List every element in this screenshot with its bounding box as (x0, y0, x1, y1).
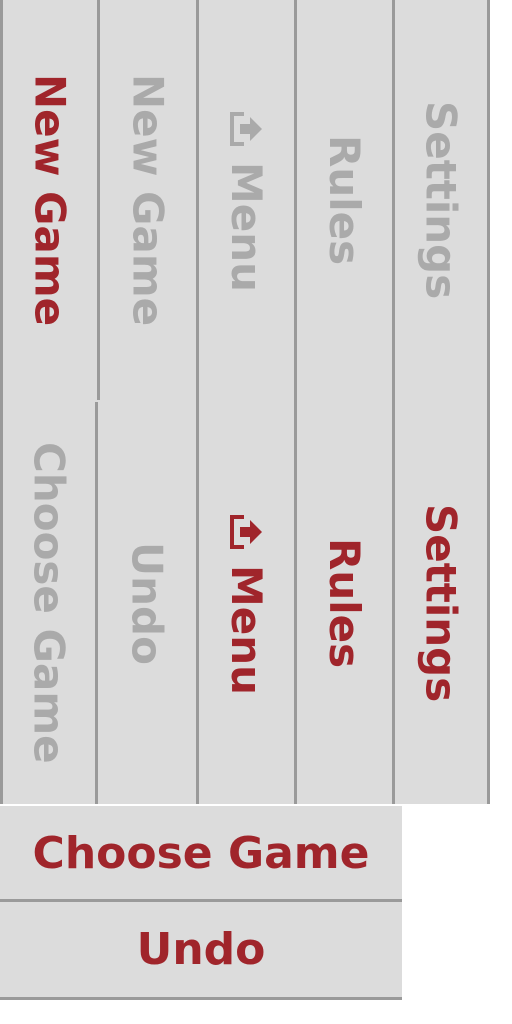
rules-button-active[interactable]: Rules (297, 402, 392, 804)
upload-tray-icon (229, 514, 262, 549)
settings-button-active[interactable]: Settings (395, 402, 487, 804)
rules-button[interactable]: Rules (297, 0, 392, 400)
undo-button[interactable]: Undo (98, 402, 196, 804)
menu-label-group: Menu (222, 108, 271, 292)
rules-label: Rules (320, 134, 369, 266)
column-divider (487, 0, 490, 804)
menu-button[interactable]: Menu (199, 0, 294, 400)
choose-game-label: Choose Game (24, 442, 74, 764)
choose-game-button-horizontal[interactable]: Choose Game (0, 806, 402, 901)
choose-game-label: Choose Game (32, 828, 370, 879)
rotated-menu-panel: New Game New Game Menu Rules Settings Ch… (0, 0, 490, 804)
menu-button-active[interactable]: Menu (199, 402, 294, 804)
upload-tray-icon (229, 111, 262, 146)
new-game-label: New Game (123, 73, 173, 327)
rules-label: Rules (320, 537, 369, 669)
settings-label: Settings (416, 503, 466, 703)
undo-label: Undo (122, 541, 172, 665)
undo-label: Undo (136, 924, 266, 975)
settings-button[interactable]: Settings (395, 0, 487, 400)
new-game-label: New Game (25, 73, 75, 327)
menu-label: Menu (222, 564, 271, 696)
button-divider (0, 997, 402, 1000)
settings-label: Settings (416, 100, 466, 300)
undo-button-horizontal[interactable]: Undo (0, 902, 402, 997)
new-game-button-active[interactable]: New Game (3, 0, 97, 400)
menu-label: Menu (222, 161, 271, 293)
new-game-button[interactable]: New Game (100, 0, 196, 400)
choose-game-button[interactable]: Choose Game (3, 402, 95, 804)
menu-label-group: Menu (222, 511, 271, 695)
